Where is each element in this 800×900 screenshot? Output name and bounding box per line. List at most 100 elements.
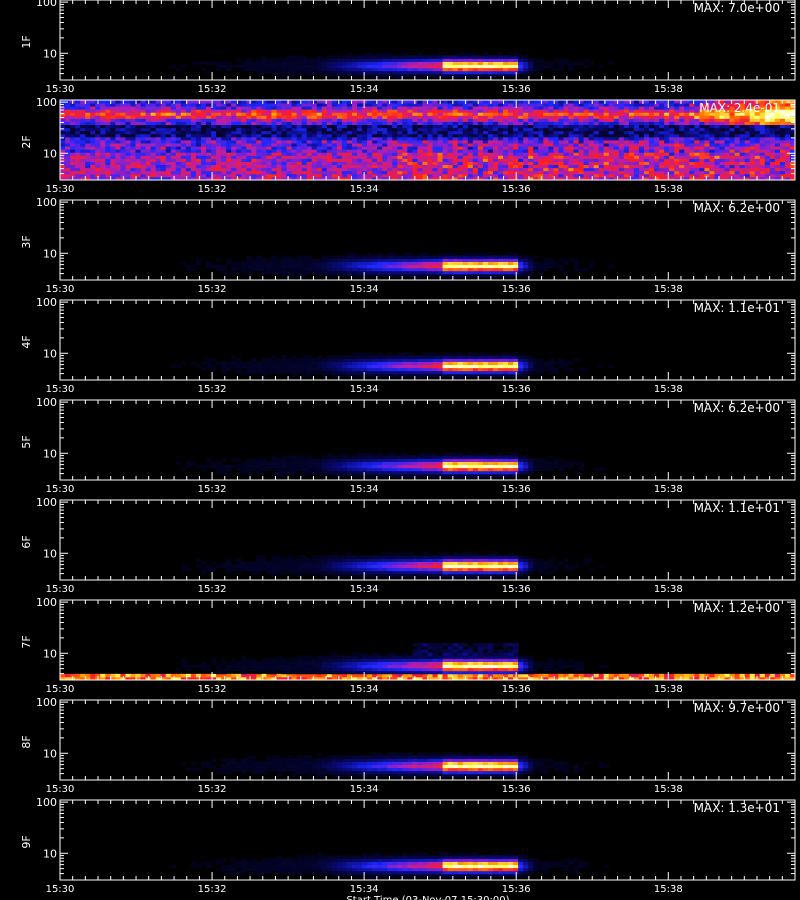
heatmap-cell: [266, 143, 272, 147]
heatmap-cell: [654, 118, 660, 122]
heatmap-cell: [583, 149, 589, 153]
heatmap-cell: [462, 264, 469, 269]
heatmap-cell: [402, 106, 408, 110]
heatmap-cell: [543, 155, 549, 159]
heatmap-cell: [573, 124, 579, 129]
heatmap-cell: [643, 143, 650, 147]
heatmap-cell: [105, 146, 111, 150]
heatmap-cell: [674, 127, 680, 132]
heatmap-cell: [377, 155, 383, 159]
heatmap-cell: [271, 164, 277, 169]
heatmap-cell: [487, 58, 494, 62]
heatmap-cell: [442, 164, 449, 169]
heatmap-cell: [170, 127, 177, 132]
heatmap-cell: [759, 143, 766, 147]
heatmap-cell: [80, 109, 86, 113]
heatmap-cell: [271, 270, 277, 275]
heatmap-cell: [367, 258, 373, 262]
heatmap-cell: [205, 61, 212, 66]
heatmap-cell: [588, 264, 595, 269]
heatmap-cell: [160, 146, 167, 150]
heatmap-cell: [497, 161, 504, 166]
heatmap-cell: [407, 143, 413, 147]
heatmap-cell: [553, 161, 559, 166]
heatmap-cell: [467, 55, 474, 59]
heatmap-cell: [774, 121, 781, 126]
heatmap-cell: [452, 173, 459, 178]
heatmap-cell: [266, 164, 272, 169]
heatmap-cell: [714, 124, 720, 129]
heatmap-cell: [724, 121, 730, 126]
heatmap-cell: [724, 167, 730, 172]
heatmap-cell: [200, 140, 207, 144]
heatmap-cell: [211, 152, 217, 156]
heatmap-cell: [377, 133, 383, 138]
heatmap-cell: [679, 100, 685, 104]
heatmap-cell: [558, 130, 564, 135]
heatmap-cell: [417, 100, 423, 104]
heatmap-cell: [588, 167, 595, 172]
heatmap-cell: [704, 152, 710, 156]
heatmap-cell: [523, 167, 529, 172]
heatmap-cell: [679, 103, 685, 107]
heatmap-cell: [497, 106, 504, 110]
heatmap-cell: [664, 121, 670, 126]
heatmap-cell: [638, 155, 645, 159]
heatmap-cell: [598, 124, 605, 129]
heatmap-cell: [387, 167, 393, 172]
heatmap-cell: [754, 164, 761, 169]
heatmap-cell: [170, 112, 177, 116]
heatmap-cell: [407, 170, 413, 175]
heatmap-cell: [528, 127, 534, 132]
heatmap-cell: [543, 170, 549, 175]
heatmap-cell: [497, 121, 504, 126]
heatmap-cell: [508, 170, 514, 175]
heatmap-cell: [633, 130, 640, 135]
heatmap-cell: [583, 109, 589, 113]
heatmap-cell: [130, 109, 136, 113]
heatmap-cell: [296, 143, 303, 147]
heatmap-cell: [346, 258, 353, 262]
heatmap-cell: [316, 143, 323, 147]
heatmap-cell: [538, 118, 544, 122]
heatmap-cell: [558, 61, 564, 66]
heatmap-cell: [296, 61, 303, 66]
heatmap-cell: [195, 149, 202, 153]
heatmap-cell: [165, 155, 172, 159]
heatmap-cell: [241, 109, 247, 113]
heatmap-cell: [261, 149, 267, 153]
heatmap-cell: [518, 103, 524, 107]
heatmap-cell: [95, 121, 101, 126]
heatmap-cell: [669, 112, 675, 116]
heatmap-cell: [533, 161, 539, 166]
heatmap-cell: [694, 152, 700, 156]
heatmap-cell: [598, 167, 605, 172]
heatmap-cell: [271, 70, 277, 75]
heatmap-cell: [633, 170, 640, 175]
heatmap-cell: [346, 140, 353, 144]
heatmap-cell: [457, 158, 464, 162]
heatmap-cell: [301, 61, 308, 66]
heatmap-cell: [180, 170, 187, 175]
heatmap-cell: [744, 149, 751, 153]
heatmap-cell: [150, 121, 157, 126]
heatmap-cell: [513, 155, 519, 159]
heatmap-cell: [281, 64, 287, 69]
heatmap-cell: [226, 130, 232, 135]
heatmap-cell: [357, 267, 363, 272]
heatmap-cell: [447, 264, 454, 269]
heatmap-cell: [135, 112, 141, 116]
heatmap-cell: [548, 103, 554, 107]
heatmap-cell: [754, 118, 761, 122]
heatmap-cell: [669, 118, 675, 122]
heatmap-cell: [462, 109, 469, 113]
heatmap-cell: [346, 64, 353, 69]
heatmap-cell: [276, 173, 282, 178]
heatmap-cell: [90, 173, 96, 178]
heatmap-cell: [165, 109, 172, 113]
heatmap-cell: [326, 133, 333, 138]
heatmap-cell: [553, 130, 559, 135]
heatmap-cell: [351, 109, 358, 113]
heatmap-cell: [221, 136, 227, 141]
heatmap-cell: [135, 146, 141, 150]
